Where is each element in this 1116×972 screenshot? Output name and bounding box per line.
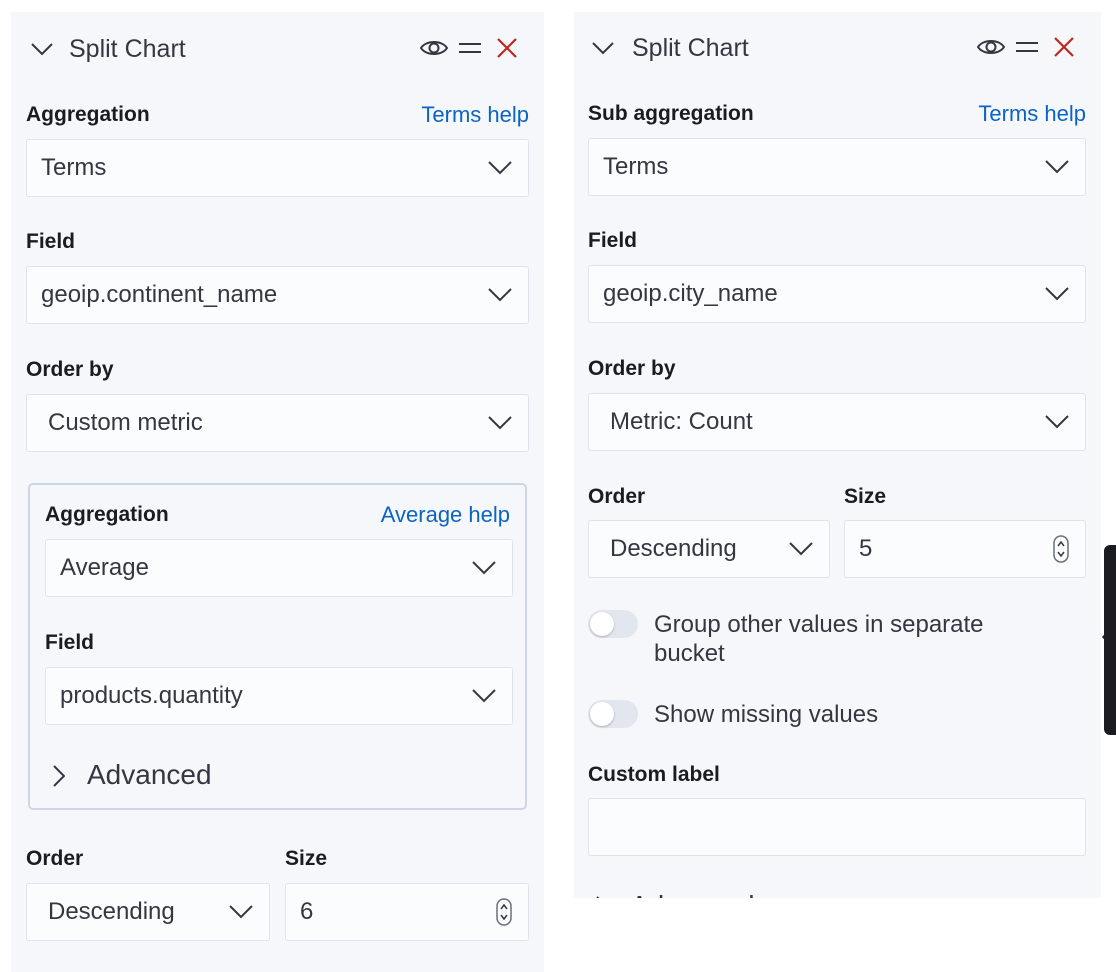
advanced-label: Advanced — [630, 890, 755, 898]
size-input[interactable]: 5 — [844, 520, 1086, 578]
terms-help-link[interactable]: Terms help — [421, 102, 529, 128]
advanced-label: Advanced — [87, 759, 212, 790]
field-select[interactable]: geoip.city_name — [588, 265, 1086, 323]
order-by-select[interactable]: Custom metric — [26, 394, 529, 452]
split-chart-panel-left: Split Chart Aggregation Terms help Terms… — [11, 12, 544, 972]
split-chart-panel-right: Split Chart Sub aggregation Terms help T… — [574, 12, 1101, 898]
chevron-down-icon — [229, 905, 253, 919]
chevron-down-icon — [789, 542, 813, 556]
chevron-down-icon — [488, 161, 512, 175]
chevron-down-icon — [1045, 287, 1069, 301]
metric-aggregation-select[interactable]: Average — [45, 539, 513, 597]
advanced-toggle[interactable]: Advanced — [45, 757, 245, 793]
sub-aggregation-label: Sub aggregation — [588, 102, 754, 125]
show-missing-label: Show missing values — [654, 701, 879, 728]
metric-field-select[interactable]: products.quantity — [45, 667, 513, 725]
chevron-right-icon — [596, 896, 600, 898]
drag-handle-icon[interactable] — [1012, 35, 1042, 59]
advanced-toggle[interactable]: Advanced — [588, 888, 808, 898]
chevron-right-icon — [53, 765, 65, 787]
close-icon[interactable] — [492, 36, 522, 60]
eye-icon[interactable] — [419, 36, 449, 60]
panel-title: Split Chart — [632, 34, 749, 62]
custom-label-input[interactable] — [588, 798, 1086, 856]
show-missing-toggle[interactable] — [588, 700, 638, 728]
average-help-link[interactable]: Average help — [381, 502, 510, 528]
toggle-knob — [590, 702, 614, 726]
size-label: Size — [844, 485, 887, 508]
panel-title: Split Chart — [69, 35, 186, 63]
sub-aggregation-value: Terms — [603, 153, 669, 180]
spinner-icon[interactable] — [496, 898, 512, 926]
terms-help-link[interactable]: Terms help — [978, 101, 1086, 127]
order-by-value: Metric: Count — [610, 408, 753, 435]
order-by-value: Custom metric — [48, 409, 203, 436]
size-input[interactable]: 6 — [285, 883, 529, 941]
group-other-label-line2: bucket — [654, 640, 725, 667]
chevron-down-icon — [472, 561, 496, 575]
collapse-arrow-icon — [1102, 626, 1112, 648]
size-value: 5 — [859, 535, 873, 562]
order-by-label: Order by — [588, 357, 676, 380]
spinner-icon[interactable] — [1053, 535, 1069, 563]
field-value: geoip.continent_name — [41, 281, 278, 308]
metric-aggregation-label: Aggregation — [45, 503, 169, 526]
chevron-down-icon — [488, 416, 512, 430]
custom-metric-box: Aggregation Average help Average Field p… — [28, 483, 527, 810]
size-value: 6 — [300, 898, 314, 925]
order-select[interactable]: Descending — [588, 520, 830, 578]
metric-field-label: Field — [45, 631, 95, 654]
order-by-label: Order by — [26, 358, 114, 381]
eye-icon[interactable] — [976, 35, 1006, 59]
close-icon[interactable] — [1049, 35, 1079, 59]
order-by-select[interactable]: Metric: Count — [588, 393, 1086, 451]
aggregation-value: Terms — [41, 154, 107, 181]
group-other-toggle[interactable] — [588, 610, 638, 638]
order-value: Descending — [610, 535, 737, 562]
metric-field-value: products.quantity — [60, 682, 243, 709]
order-select[interactable]: Descending — [26, 883, 270, 941]
drag-handle-icon[interactable] — [455, 36, 485, 60]
sub-aggregation-select[interactable]: Terms — [588, 138, 1086, 196]
field-label: Field — [588, 229, 638, 252]
metric-aggregation-value: Average — [60, 554, 149, 581]
chevron-down-icon[interactable] — [592, 41, 614, 55]
custom-label-label: Custom label — [588, 763, 720, 786]
field-value: geoip.city_name — [603, 280, 778, 307]
chevron-down-icon — [1045, 415, 1069, 429]
chevron-down-icon — [472, 689, 496, 703]
group-other-label-line1: Group other values in separate — [654, 611, 984, 638]
chevron-down-icon[interactable] — [31, 42, 53, 56]
chevron-down-icon — [488, 288, 512, 302]
aggregation-select[interactable]: Terms — [26, 139, 529, 197]
toggle-knob — [590, 612, 614, 636]
group-other-label: Group other values in separate bucket — [654, 610, 984, 668]
chevron-down-icon — [1045, 160, 1069, 174]
order-value: Descending — [48, 898, 175, 925]
aggregation-label: Aggregation — [26, 103, 150, 126]
order-label: Order — [26, 847, 84, 870]
field-label: Field — [26, 230, 76, 253]
size-label: Size — [285, 847, 328, 870]
field-select[interactable]: geoip.continent_name — [26, 266, 529, 324]
order-label: Order — [588, 485, 646, 508]
